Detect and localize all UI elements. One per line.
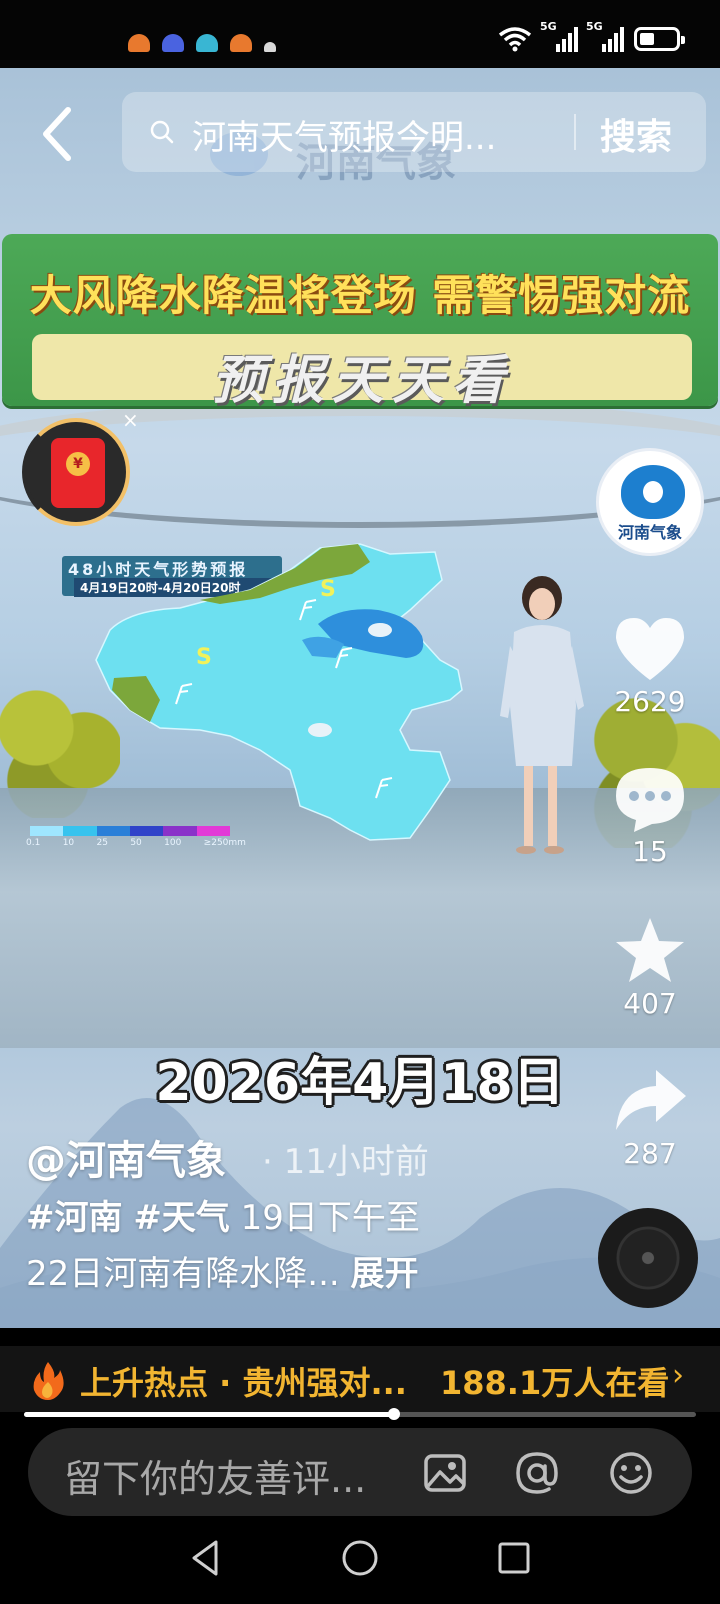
- search-icon: [150, 120, 174, 144]
- like-button[interactable]: 2629: [604, 614, 696, 716]
- chevron-right-icon[interactable]: ›: [672, 1358, 684, 1393]
- rain-scale-bar: [30, 826, 230, 836]
- elephant-logo-icon: [621, 465, 685, 519]
- banner-title: 大风降水降温将登场 需警惕强对流: [29, 271, 691, 320]
- scale-swatch: [129, 826, 164, 836]
- comment-button[interactable]: 15: [604, 764, 696, 866]
- search-divider: [574, 114, 576, 150]
- wifi-icon: [498, 27, 532, 52]
- banner-subtitle-box: 预报天天看: [32, 334, 692, 411]
- progress-fill: [24, 1412, 394, 1417]
- trending-bar[interactable]: 上升热点 · 贵州强对... 188.1万人在看 ›: [0, 1346, 720, 1412]
- author-handle[interactable]: @河南气象: [26, 1128, 226, 1186]
- red-packet-button[interactable]: ¥: [22, 418, 130, 526]
- notification-icon: [196, 34, 218, 52]
- status-bar: 5G 5G: [0, 0, 720, 68]
- comment-bar[interactable]: 留下你的友善评...: [28, 1428, 692, 1516]
- search-query[interactable]: 河南天气预报今明...: [192, 110, 496, 159]
- scale-label: 25: [96, 838, 108, 848]
- coin-icon: ¥: [66, 452, 90, 476]
- banner-subtitle: 预报天天看: [211, 351, 512, 411]
- close-red-packet-button[interactable]: ×: [122, 408, 139, 432]
- nav-back-icon[interactable]: [184, 1536, 228, 1580]
- signal-5g-icon: 5G: [540, 20, 578, 52]
- system-icons: 5G 5G: [498, 20, 685, 52]
- comment-input[interactable]: 留下你的友善评...: [64, 1448, 366, 1503]
- scale-label: 50: [130, 838, 142, 848]
- trending-topic[interactable]: 上升热点 · 贵州强对...: [80, 1358, 407, 1404]
- hashtag-link[interactable]: #河南: [26, 1198, 123, 1238]
- scale-label: ≥250mm: [203, 838, 246, 848]
- notification-icon: [264, 42, 276, 52]
- scale-label: 100: [164, 838, 182, 848]
- share-count: 287: [623, 1137, 677, 1170]
- video-progress-bar[interactable]: [24, 1408, 696, 1420]
- battery-icon: [634, 27, 685, 51]
- scale-swatch: [96, 826, 130, 836]
- nav-home-icon[interactable]: [338, 1536, 382, 1580]
- nav-recents-icon[interactable]: [492, 1536, 536, 1580]
- trending-viewers: 188.1万人在看: [440, 1364, 670, 1402]
- headline-banner: 大风降水降温将登场 需警惕强对流 预报天天看: [2, 234, 718, 411]
- scale-swatch: [30, 826, 64, 836]
- scale-swatch: [63, 826, 97, 836]
- network-type-label: 5G: [540, 20, 557, 33]
- notification-icon: [230, 34, 252, 52]
- cloud-rain-icon: [308, 723, 332, 737]
- map-symbol: S: [196, 645, 212, 670]
- scale-label: 10: [62, 838, 75, 848]
- back-button[interactable]: [34, 104, 84, 164]
- expand-caption-button[interactable]: 展开: [351, 1254, 419, 1294]
- search-button[interactable]: 搜索: [600, 108, 672, 160]
- favorite-count: 407: [623, 987, 677, 1020]
- video-caption: #河南 #天气 19日下午至 22日河南有降水降... 展开: [26, 1190, 546, 1302]
- post-time: · 11小时前: [262, 1142, 429, 1182]
- hashtag-link[interactable]: #天气: [133, 1198, 230, 1238]
- scale-swatch: [163, 826, 197, 836]
- network-type-label: 5G: [586, 20, 603, 33]
- flame-icon: [33, 1362, 64, 1400]
- presenter-figure: [500, 576, 584, 854]
- notification-icons: [128, 34, 276, 52]
- caption-text: 19日下午至: [240, 1198, 420, 1238]
- image-icon[interactable]: [422, 1450, 468, 1496]
- comment-count: 15: [632, 835, 668, 868]
- favorite-button[interactable]: 407: [604, 916, 696, 1018]
- map-symbol: S: [320, 577, 336, 602]
- henan-rain-map: S S: [95, 543, 463, 841]
- like-count: 2629: [614, 685, 686, 718]
- search-bar[interactable]: 河南天气预报今明... 搜索: [122, 92, 706, 172]
- scale-label: 0.1: [26, 838, 41, 848]
- caption-text: 22日河南有降水降...: [26, 1254, 340, 1294]
- notification-icon: [128, 34, 150, 52]
- rain-scale-labels: 0.1 10 25 50 100 ≥250mm: [26, 838, 246, 848]
- system-nav-bar: [0, 1516, 720, 1604]
- signal-5g-icon: 5G: [586, 20, 624, 52]
- progress-handle[interactable]: [387, 1408, 400, 1420]
- scale-swatch: [196, 826, 230, 836]
- video-date-overlay: 2026年4月18日: [155, 1053, 565, 1113]
- cloud-rain-icon: [368, 623, 392, 637]
- heart-icon: [616, 618, 684, 680]
- notification-icon: [162, 34, 184, 52]
- comment-icon: [616, 768, 684, 832]
- star-icon: [616, 918, 684, 982]
- avatar-label: 河南气象: [617, 523, 682, 542]
- mention-icon[interactable]: [514, 1450, 560, 1496]
- music-disc-button[interactable]: [598, 1208, 698, 1308]
- account-avatar[interactable]: 河南气象: [596, 448, 704, 556]
- emoji-icon[interactable]: [608, 1450, 654, 1496]
